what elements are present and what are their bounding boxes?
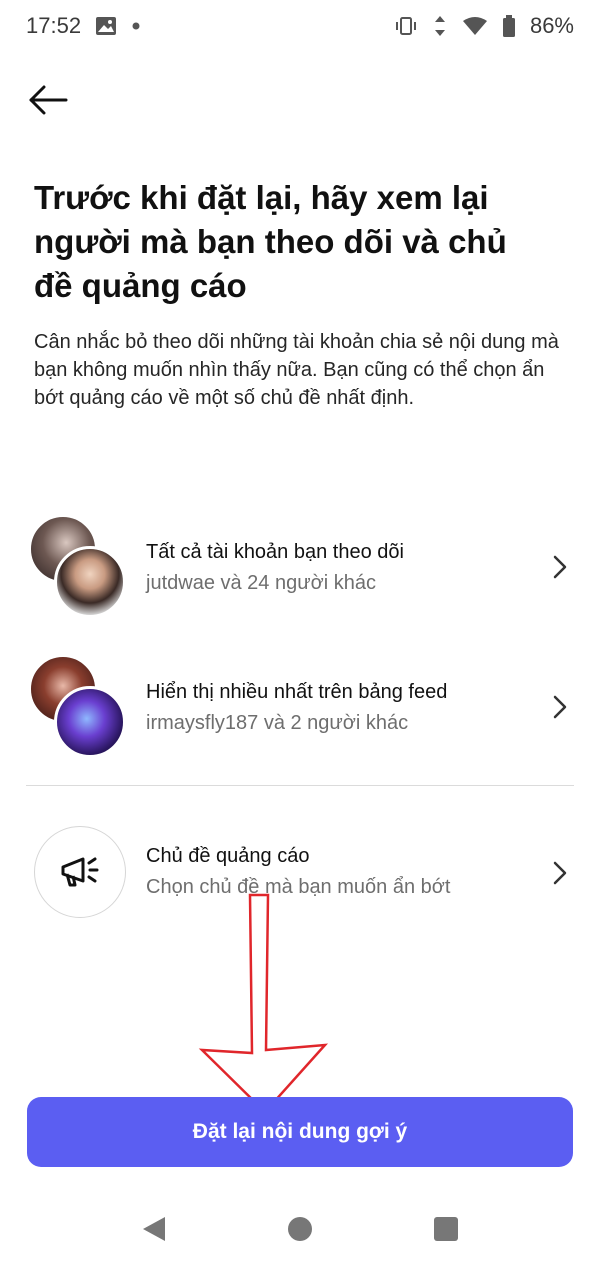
status-right: 86% xyxy=(394,13,574,39)
page-description: Cân nhắc bỏ theo dõi những tài khoản chi… xyxy=(34,331,559,409)
divider xyxy=(26,785,574,786)
item-title: Tất cả tài khoản bạn theo dõi xyxy=(146,541,404,563)
chevron-right-icon xyxy=(550,554,570,580)
battery-percent: 86% xyxy=(529,13,574,38)
page-title: Trước khi đặt lại, hãy xem lại người mà … xyxy=(34,179,507,304)
status-bar: 17:52 86% xyxy=(0,0,600,52)
vibrate-icon xyxy=(394,16,418,36)
list-item-most-seen[interactable]: Hiển thị nhiều nhất trên bảng feed irmay… xyxy=(0,652,600,762)
signal-icon xyxy=(432,15,448,37)
ad-topic-icon-circle xyxy=(34,826,126,918)
image-icon xyxy=(95,16,117,36)
dot-icon xyxy=(131,21,141,31)
item-subtitle: Chọn chủ đề mà bạn muốn ẩn bớt xyxy=(146,876,451,898)
recents-square-icon[interactable] xyxy=(426,1209,466,1249)
item-text: Hiển thị nhiều nhất trên bảng feed irmay… xyxy=(146,678,526,738)
status-time: 17:52 xyxy=(26,13,82,38)
back-triangle-icon[interactable] xyxy=(134,1209,174,1249)
avatar xyxy=(54,686,126,758)
avatar xyxy=(54,546,126,618)
item-subtitle: irmaysfly187 và 2 người khác xyxy=(146,712,409,734)
system-nav-bar xyxy=(0,1190,600,1267)
avatar-stack xyxy=(28,512,128,622)
arrow-left-icon xyxy=(29,85,68,115)
item-subtitle: jutdwae và 24 người khác xyxy=(146,572,376,594)
battery-icon xyxy=(502,15,516,37)
item-text: Tất cả tài khoản bạn theo dõi jutdwae và… xyxy=(146,538,526,598)
back-button[interactable] xyxy=(26,80,70,120)
avatar-stack xyxy=(28,652,128,762)
home-circle-icon[interactable] xyxy=(280,1209,320,1249)
list-item-following[interactable]: Tất cả tài khoản bạn theo dõi jutdwae và… xyxy=(0,512,600,622)
status-left: 17:52 xyxy=(26,13,141,39)
megaphone-icon xyxy=(61,857,99,887)
wifi-icon xyxy=(462,16,488,36)
item-title: Hiển thị nhiều nhất trên bảng feed xyxy=(146,681,448,703)
chevron-right-icon xyxy=(550,694,570,720)
list-item-ad-topics[interactable]: Chủ đề quảng cáo Chọn chủ đề mà bạn muốn… xyxy=(0,818,600,928)
item-title: Chủ đề quảng cáo xyxy=(146,845,310,867)
reset-suggested-content-button[interactable]: Đặt lại nội dung gợi ý xyxy=(27,1097,573,1167)
item-text: Chủ đề quảng cáo Chọn chủ đề mà bạn muốn… xyxy=(146,842,526,902)
chevron-right-icon xyxy=(550,860,570,886)
